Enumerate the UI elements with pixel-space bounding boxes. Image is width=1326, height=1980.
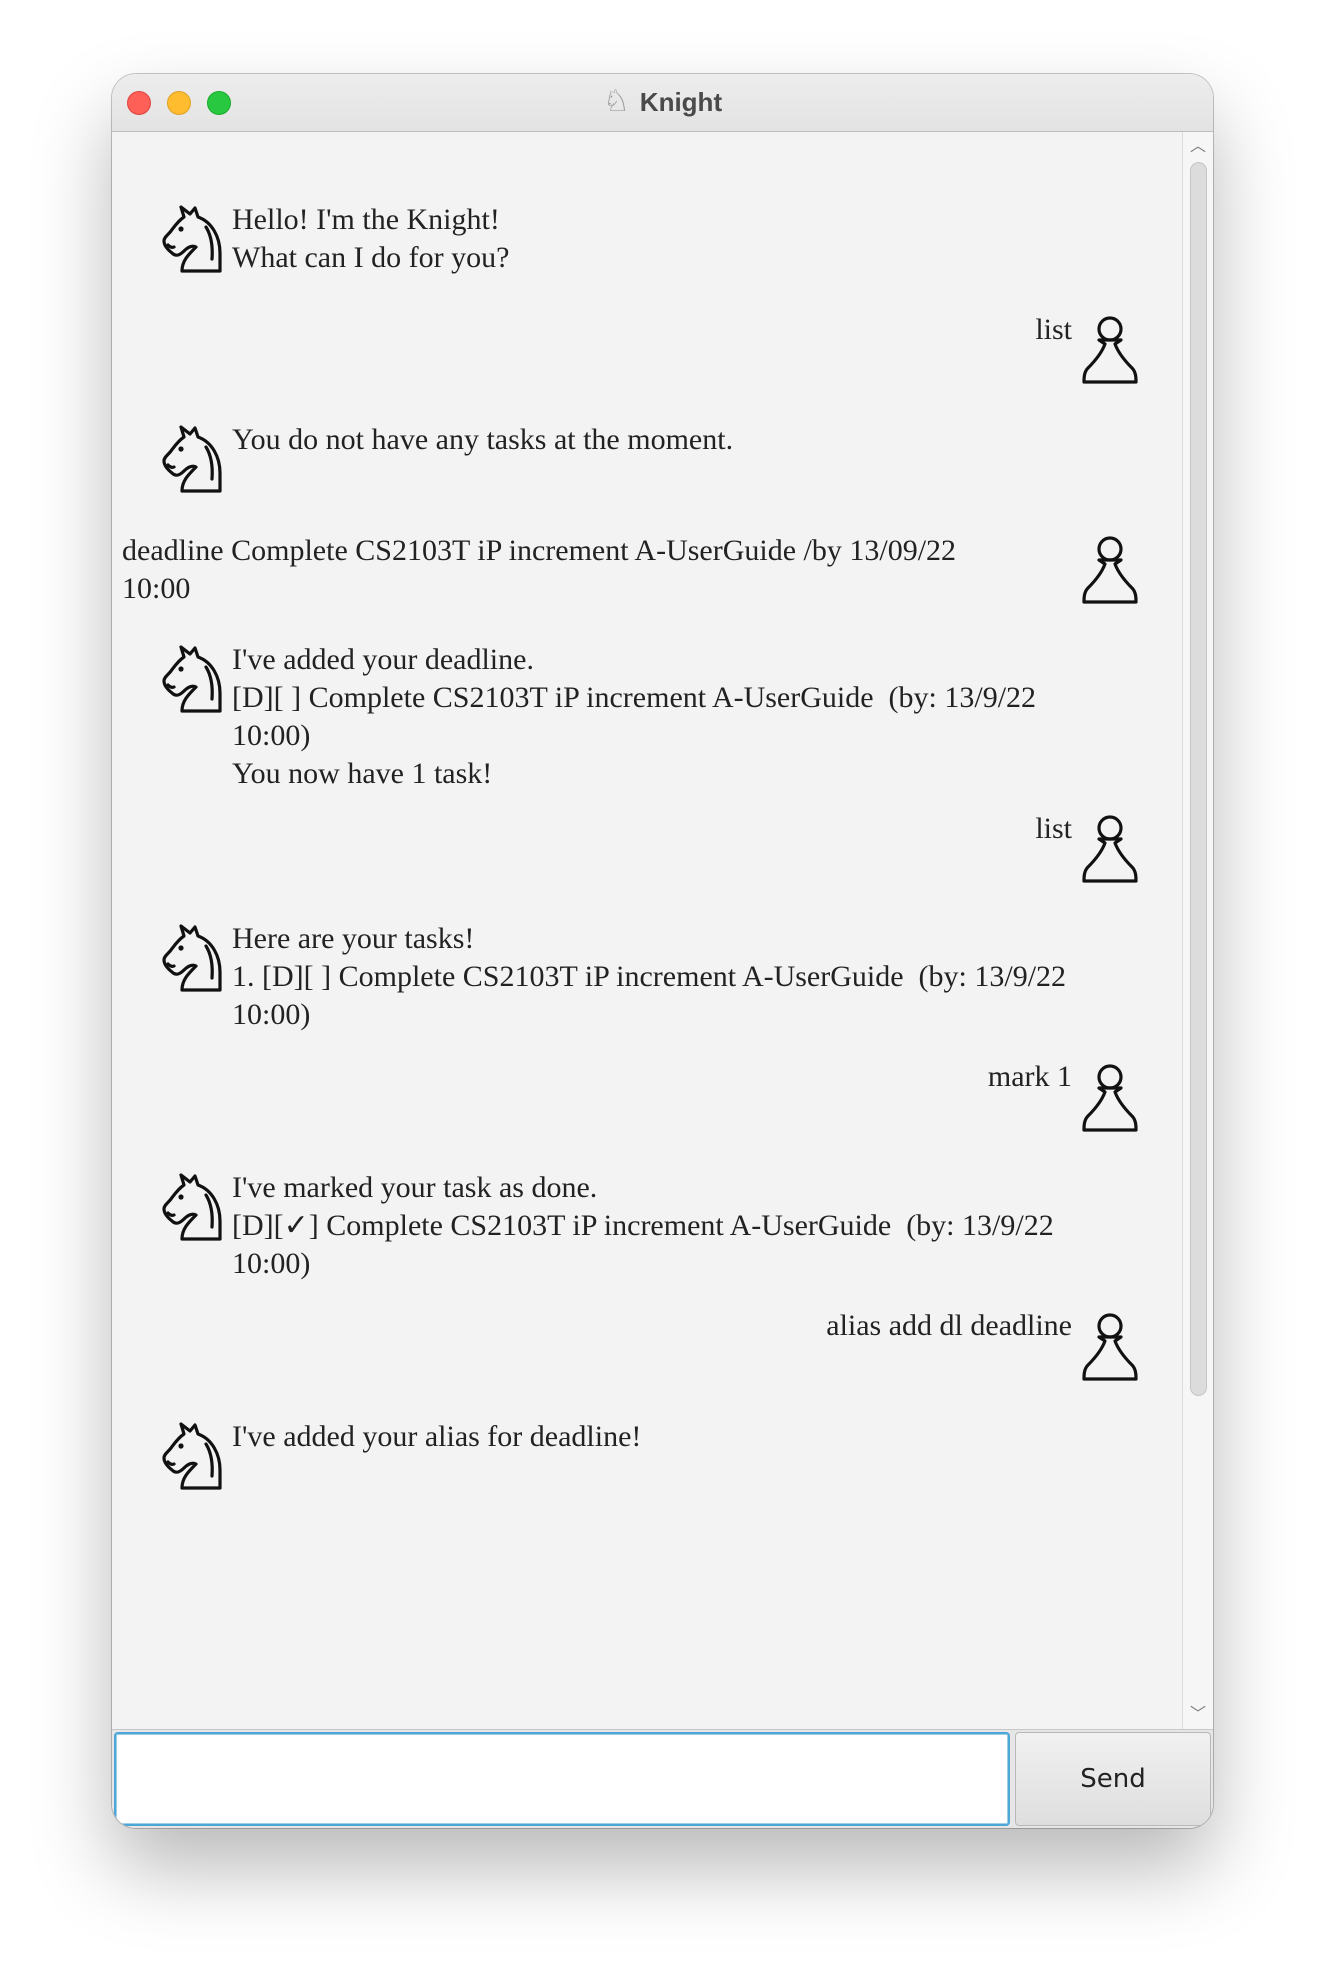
pawn-icon: [1082, 1064, 1138, 1132]
vertical-scrollbar[interactable]: ︿ ﹀: [1182, 132, 1213, 1729]
knight-icon: [162, 1173, 222, 1241]
user-message: deadline Complete CS2103T iP increment A…: [122, 534, 957, 605]
knight-icon: ♘: [602, 84, 630, 119]
pawn-icon: [1082, 316, 1138, 384]
message-input[interactable]: [114, 1732, 1010, 1826]
chat-scroll-pane[interactable]: Hello! I'm the Knight! What can I do for…: [112, 132, 1182, 1729]
pawn-icon: [1082, 1313, 1138, 1381]
pawn-icon: [1082, 815, 1138, 883]
window-title-area: ♘ Knight: [112, 74, 1213, 131]
bot-message: I've added your alias for deadline!: [232, 1420, 642, 1453]
user-message: list: [1035, 313, 1072, 346]
app-window: ♘ Knight Hello! I'm the Knight! What can…: [112, 74, 1213, 1828]
bot-message: Here are your tasks! 1. [D][ ] Complete …: [232, 922, 1067, 1031]
input-bar: Send: [112, 1729, 1213, 1828]
knight-icon: [162, 924, 222, 992]
scroll-up-icon[interactable]: ︿: [1190, 138, 1206, 154]
user-message: alias add dl deadline: [826, 1309, 1072, 1342]
title-bar: ♘ Knight: [112, 74, 1213, 132]
bot-message: Hello! I'm the Knight! What can I do for…: [232, 203, 510, 274]
scrollbar-thumb[interactable]: [1190, 162, 1207, 1396]
pawn-icon: [1082, 536, 1138, 604]
bot-message: I've added your deadline. [D][ ] Complet…: [232, 643, 1037, 790]
user-message: mark 1: [987, 1060, 1072, 1093]
window-title: Knight: [639, 87, 723, 117]
user-message: list: [1035, 812, 1072, 845]
knight-icon: [162, 425, 222, 493]
knight-icon: [162, 645, 222, 713]
bot-message: You do not have any tasks at the moment.: [232, 423, 734, 456]
knight-icon: [162, 1422, 222, 1490]
bot-message: I've marked your task as done. [D][✓] Co…: [232, 1171, 1054, 1280]
knight-icon: [162, 205, 222, 273]
scroll-down-icon[interactable]: ﹀: [1190, 1706, 1206, 1722]
send-button[interactable]: Send: [1015, 1732, 1211, 1826]
